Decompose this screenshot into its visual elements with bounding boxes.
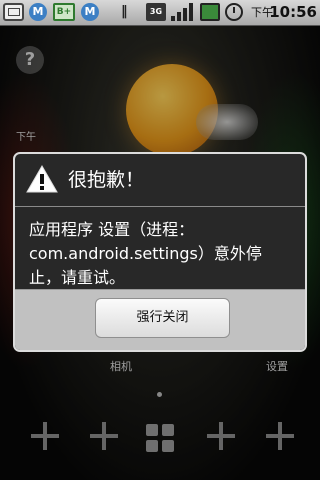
battery-icon	[200, 3, 220, 21]
notification-m-icon: M	[29, 3, 47, 21]
error-dialog: 很抱歉！ 应用程序 设置（进程：com.android.settings）意外停…	[13, 152, 307, 352]
dialog-header: 很抱歉！	[15, 154, 305, 207]
network-type-icon: 3G	[146, 3, 166, 21]
message-icon	[3, 3, 24, 21]
dialog-message: 应用程序 设置（进程：com.android.settings）意外停止，请重试…	[29, 220, 262, 287]
alarm-icon	[225, 3, 243, 21]
status-bar[interactable]: M B+ M ‖ 3G 下午 10:56	[0, 0, 320, 26]
status-time: 10:56	[269, 3, 317, 21]
force-close-button[interactable]: 强行关闭	[95, 298, 230, 338]
dialog-button-bar: 强行关闭	[15, 289, 305, 350]
home-screen: M B+ M ‖ 3G 下午 10:56 ? 下午 相机 设置 很抱歉！ 应用程…	[0, 0, 320, 480]
vibrate-icon: ‖	[121, 4, 128, 19]
warning-icon	[26, 165, 58, 193]
battery-saver-icon: B+	[53, 3, 75, 21]
dialog-title: 很抱歉！	[68, 169, 145, 191]
signal-icon	[171, 3, 193, 21]
notification-m-icon-2: M	[81, 3, 99, 21]
